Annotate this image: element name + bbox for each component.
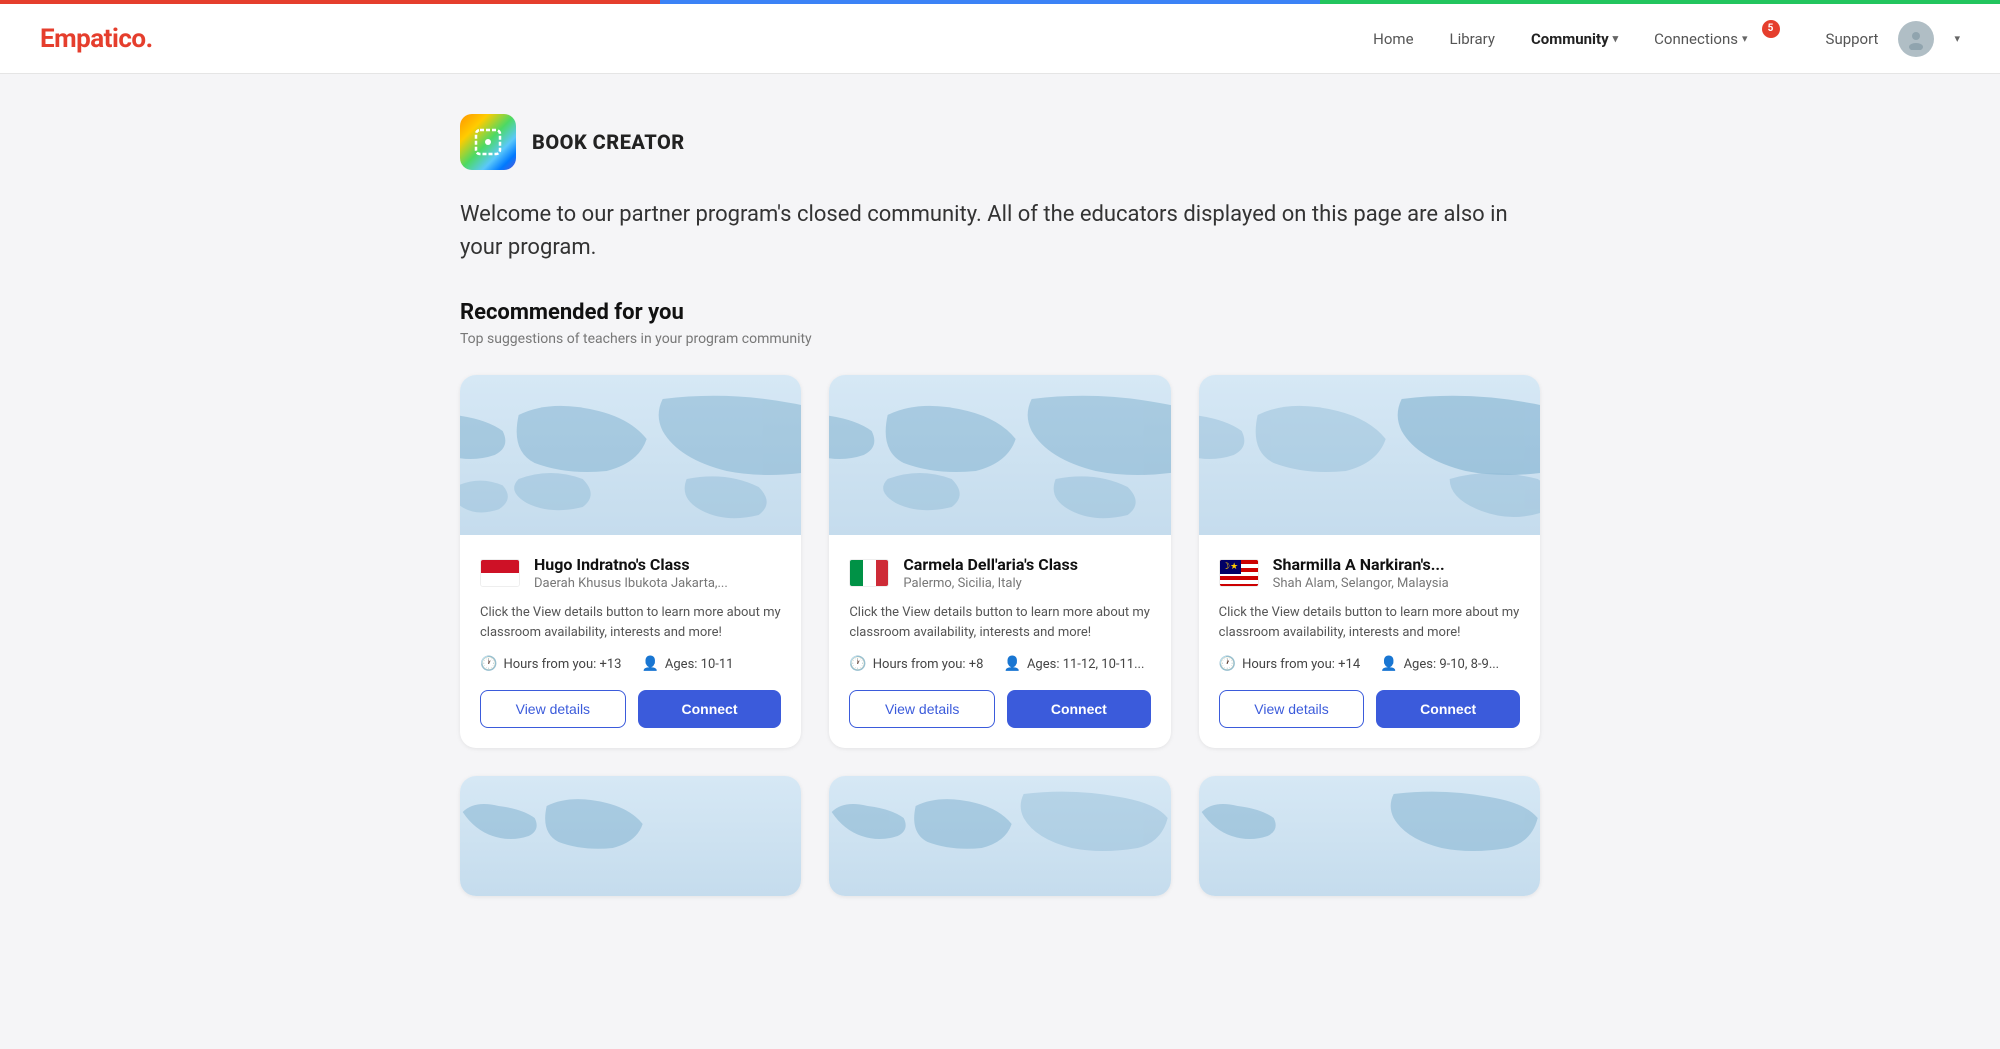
ages-meta-carmela: 👤 Ages: 11-12, 10-11... <box>1004 656 1145 672</box>
class-location-carmela: Palermo, Sicilia, Italy <box>903 576 1078 591</box>
class-desc-carmela: Click the View details button to learn m… <box>849 603 1150 642</box>
card-actions-sharmilla: View details Connect <box>1219 690 1520 728</box>
view-details-button-carmela[interactable]: View details <box>849 690 995 728</box>
card-body-carmela: Carmela Dell'aria's Class Palermo, Sicil… <box>829 535 1170 748</box>
connections-chevron-icon: ▾ <box>1742 32 1748 45</box>
card-partial-1[interactable] <box>460 776 801 896</box>
view-details-button-hugo[interactable]: View details <box>480 690 626 728</box>
card-actions-hugo: View details Connect <box>480 690 781 728</box>
main-header: Empatico. Home Library Community ▾ Conne… <box>0 4 2000 74</box>
card-hugo[interactable]: Hugo Indratno's Class Daerah Khusus Ibuk… <box>460 375 801 748</box>
card-map-carmela <box>829 375 1170 535</box>
class-location-sharmilla: Shah Alam, Selangor, Malaysia <box>1273 576 1449 591</box>
card-partial-map-3 <box>1199 776 1540 896</box>
clock-icon-carmela: 🕐 <box>849 656 866 672</box>
class-header-hugo: Hugo Indratno's Class Daerah Khusus Ibuk… <box>480 555 781 591</box>
card-partial-3[interactable] <box>1199 776 1540 896</box>
flag-malaysia: ☽★ <box>1219 559 1259 587</box>
nav-library[interactable]: Library <box>1450 30 1495 48</box>
partner-logo <box>460 114 516 170</box>
class-name-sharmilla: Sharmilla A Narkiran's... <box>1273 555 1449 574</box>
class-meta-sharmilla: 🕐 Hours from you: +14 👤 Ages: 9-10, 8-9.… <box>1219 656 1520 672</box>
section-title: Recommended for you <box>460 300 1540 325</box>
hours-meta-sharmilla: 🕐 Hours from you: +14 <box>1219 656 1360 672</box>
class-header-sharmilla: ☽★ Sharmilla A Narkiran's... Shah Alam, … <box>1219 555 1520 591</box>
clock-icon-sharmilla: 🕐 <box>1219 656 1236 672</box>
class-desc-sharmilla: Click the View details button to learn m… <box>1219 603 1520 642</box>
logo[interactable]: Empatico. <box>40 24 153 54</box>
nav-community[interactable]: Community ▾ <box>1531 30 1618 48</box>
nav-connections[interactable]: Connections 5 ▾ <box>1654 30 1765 48</box>
main-nav: Home Library Community ▾ Connections 5 ▾ <box>1373 30 1765 48</box>
card-body-hugo: Hugo Indratno's Class Daerah Khusus Ibuk… <box>460 535 801 748</box>
flag-indonesia <box>480 559 520 587</box>
partner-header: BOOK CREATOR <box>460 114 1540 170</box>
ages-meta-hugo: 👤 Ages: 10-11 <box>641 656 733 672</box>
class-name-hugo: Hugo Indratno's Class <box>534 555 728 574</box>
person-icon-carmela: 👤 <box>1004 656 1021 672</box>
flag-italy <box>849 559 889 587</box>
section-subtitle: Top suggestions of teachers in your prog… <box>460 331 1540 347</box>
connect-button-carmela[interactable]: Connect <box>1007 690 1151 728</box>
user-menu-chevron-icon[interactable]: ▾ <box>1954 32 1960 45</box>
connections-badge: 5 <box>1762 20 1780 38</box>
person-icon: 👤 <box>641 656 658 672</box>
card-actions-carmela: View details Connect <box>849 690 1150 728</box>
person-icon-sharmilla: 👤 <box>1380 656 1397 672</box>
connect-button-hugo[interactable]: Connect <box>638 690 782 728</box>
card-partial-2[interactable] <box>829 776 1170 896</box>
cards-grid-partial <box>460 776 1540 896</box>
class-meta-hugo: 🕐 Hours from you: +13 👤 Ages: 10-11 <box>480 656 781 672</box>
partner-name: BOOK CREATOR <box>532 130 685 154</box>
class-name-carmela: Carmela Dell'aria's Class <box>903 555 1078 574</box>
connect-button-sharmilla[interactable]: Connect <box>1376 690 1520 728</box>
ages-meta-sharmilla: 👤 Ages: 9-10, 8-9... <box>1380 656 1499 672</box>
card-map-sharmilla <box>1199 375 1540 535</box>
class-meta-carmela: 🕐 Hours from you: +8 👤 Ages: 11-12, 10-1… <box>849 656 1150 672</box>
main-content: BOOK CREATOR Welcome to our partner prog… <box>400 74 1600 936</box>
community-chevron-icon: ▾ <box>1613 32 1619 45</box>
support-link[interactable]: Support <box>1826 30 1879 48</box>
clock-icon: 🕐 <box>480 656 497 672</box>
class-desc-hugo: Click the View details button to learn m… <box>480 603 781 642</box>
card-partial-map-2 <box>829 776 1170 896</box>
class-location-hugo: Daerah Khusus Ibukota Jakarta,... <box>534 576 728 591</box>
card-partial-map-1 <box>460 776 801 896</box>
welcome-text: Welcome to our partner program's closed … <box>460 198 1540 264</box>
nav-home[interactable]: Home <box>1373 30 1413 48</box>
card-map-hugo <box>460 375 801 535</box>
hours-meta-hugo: 🕐 Hours from you: +13 <box>480 656 621 672</box>
avatar[interactable] <box>1898 21 1934 57</box>
view-details-button-sharmilla[interactable]: View details <box>1219 690 1365 728</box>
class-header-carmela: Carmela Dell'aria's Class Palermo, Sicil… <box>849 555 1150 591</box>
header-right: Support ▾ <box>1826 21 1960 57</box>
cards-grid: Hugo Indratno's Class Daerah Khusus Ibuk… <box>460 375 1540 748</box>
hours-meta-carmela: 🕐 Hours from you: +8 <box>849 656 983 672</box>
card-sharmilla[interactable]: ☽★ Sharmilla A Narkiran's... Shah Alam, … <box>1199 375 1540 748</box>
card-carmela[interactable]: Carmela Dell'aria's Class Palermo, Sicil… <box>829 375 1170 748</box>
card-body-sharmilla: ☽★ Sharmilla A Narkiran's... Shah Alam, … <box>1199 535 1540 748</box>
